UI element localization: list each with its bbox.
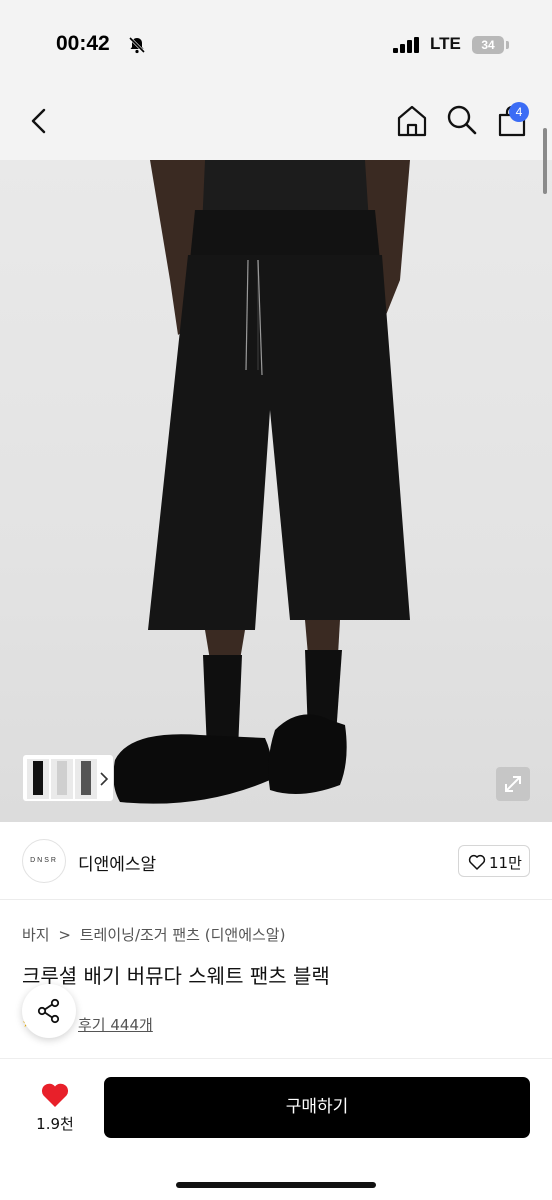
cart-count-badge: 4 [509, 102, 529, 122]
thumbnail-strip[interactable] [22, 754, 114, 802]
cell-signal-icon [393, 37, 419, 53]
product-title: 크루셜 배기 버뮤다 스웨트 팬츠 블랙 [22, 964, 330, 988]
network-type: LTE [430, 34, 461, 53]
product-photo-illustration [113, 160, 410, 804]
brand-name[interactable]: 디앤에스알 [78, 850, 156, 875]
heart-filled-icon [41, 1083, 69, 1107]
expand-icon[interactable] [496, 767, 530, 801]
wishlist-count: 1.9천 [36, 1115, 74, 1133]
heart-outline-icon [468, 854, 486, 870]
buy-button[interactable]: 구매하기 [104, 1077, 530, 1138]
breadcrumb-separator: > [58, 926, 71, 944]
status-bar: 00:42 LTE 34 [0, 0, 552, 90]
breadcrumb-category[interactable]: 바지 [22, 926, 50, 944]
breadcrumb-subcategory[interactable]: 트레이닝/조거 팬츠 (디앤에스알) [80, 926, 286, 944]
search-icon[interactable] [446, 104, 478, 136]
wishlist-button[interactable]: 1.9천 [26, 1077, 84, 1139]
brand-row[interactable]: DNSR 디앤에스알 11만 [0, 822, 552, 900]
brand-like-button[interactable]: 11만 [458, 845, 530, 877]
battery-icon: 34 [472, 36, 504, 54]
chevron-left-icon[interactable] [24, 105, 56, 137]
bottom-action-bar: 1.9천 구매하기 [0, 1058, 552, 1200]
battery-nub [506, 41, 509, 49]
share-icon [37, 998, 60, 1024]
review-link[interactable]: 후기 444개 [78, 1014, 153, 1035]
home-icon[interactable] [396, 104, 428, 138]
scroll-indicator [543, 128, 547, 194]
top-nav-bar [0, 90, 552, 160]
brand-like-count: 11만 [489, 854, 522, 872]
breadcrumb: 바지 > 트레이닝/조거 팬츠 (디앤에스알) [22, 924, 289, 945]
bell-muted-icon [128, 36, 146, 54]
thumbnail-images [27, 759, 109, 799]
product-image[interactable] [0, 160, 552, 822]
share-button[interactable] [22, 984, 76, 1038]
status-time: 00:42 [56, 32, 110, 55]
brand-logo[interactable]: DNSR [22, 839, 66, 883]
home-indicator [176, 1182, 376, 1188]
